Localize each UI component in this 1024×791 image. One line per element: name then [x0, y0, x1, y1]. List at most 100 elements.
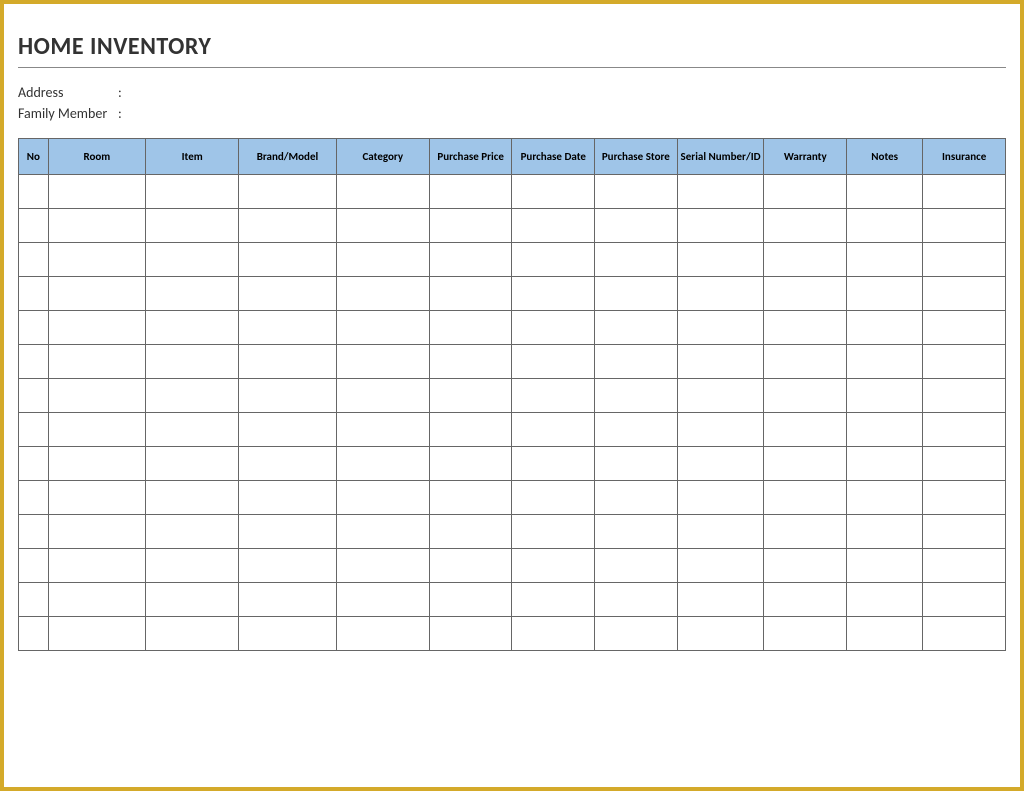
table-row: [19, 447, 1006, 481]
cell-price: [429, 175, 512, 209]
cell-item: [146, 277, 239, 311]
cell-item: [146, 617, 239, 651]
cell-brand: [239, 447, 336, 481]
cell-room: [48, 345, 145, 379]
col-header-serial: Serial Number/ID: [677, 139, 764, 175]
cell-notes: [847, 311, 923, 345]
cell-store: [595, 515, 678, 549]
table-body: [19, 175, 1006, 651]
cell-brand: [239, 175, 336, 209]
cell-date: [512, 617, 595, 651]
cell-notes: [847, 447, 923, 481]
cell-date: [512, 583, 595, 617]
address-label: Address: [18, 82, 118, 103]
cell-insurance: [923, 515, 1006, 549]
cell-room: [48, 481, 145, 515]
inventory-table: No Room Item Brand/Model Category Purcha…: [18, 138, 1006, 651]
cell-store: [595, 447, 678, 481]
cell-insurance: [923, 311, 1006, 345]
cell-category: [336, 447, 429, 481]
cell-store: [595, 345, 678, 379]
cell-serial: [677, 617, 764, 651]
cell-serial: [677, 515, 764, 549]
cell-insurance: [923, 379, 1006, 413]
cell-warranty: [764, 345, 847, 379]
cell-serial: [677, 583, 764, 617]
cell-room: [48, 277, 145, 311]
cell-brand: [239, 243, 336, 277]
table-row: [19, 413, 1006, 447]
cell-no: [19, 209, 49, 243]
cell-insurance: [923, 447, 1006, 481]
cell-price: [429, 481, 512, 515]
cell-serial: [677, 311, 764, 345]
cell-no: [19, 447, 49, 481]
cell-room: [48, 379, 145, 413]
cell-price: [429, 209, 512, 243]
cell-serial: [677, 345, 764, 379]
cell-store: [595, 311, 678, 345]
cell-date: [512, 209, 595, 243]
cell-notes: [847, 515, 923, 549]
cell-warranty: [764, 209, 847, 243]
cell-brand: [239, 549, 336, 583]
cell-insurance: [923, 583, 1006, 617]
cell-room: [48, 311, 145, 345]
cell-item: [146, 447, 239, 481]
cell-insurance: [923, 277, 1006, 311]
cell-brand: [239, 515, 336, 549]
cell-category: [336, 617, 429, 651]
cell-insurance: [923, 243, 1006, 277]
cell-warranty: [764, 175, 847, 209]
cell-no: [19, 583, 49, 617]
cell-item: [146, 243, 239, 277]
address-value: [130, 82, 1006, 103]
cell-date: [512, 277, 595, 311]
col-header-price: Purchase Price: [429, 139, 512, 175]
cell-room: [48, 413, 145, 447]
cell-notes: [847, 379, 923, 413]
table-row: [19, 175, 1006, 209]
cell-serial: [677, 549, 764, 583]
cell-serial: [677, 243, 764, 277]
cell-serial: [677, 413, 764, 447]
cell-no: [19, 481, 49, 515]
cell-price: [429, 277, 512, 311]
cell-item: [146, 311, 239, 345]
cell-warranty: [764, 515, 847, 549]
col-header-category: Category: [336, 139, 429, 175]
cell-brand: [239, 277, 336, 311]
cell-no: [19, 617, 49, 651]
cell-serial: [677, 175, 764, 209]
cell-no: [19, 413, 49, 447]
cell-item: [146, 583, 239, 617]
cell-item: [146, 549, 239, 583]
cell-warranty: [764, 481, 847, 515]
cell-item: [146, 481, 239, 515]
cell-room: [48, 617, 145, 651]
cell-category: [336, 209, 429, 243]
cell-no: [19, 379, 49, 413]
table-head: No Room Item Brand/Model Category Purcha…: [19, 139, 1006, 175]
address-colon: :: [118, 82, 130, 103]
cell-store: [595, 617, 678, 651]
cell-store: [595, 583, 678, 617]
cell-category: [336, 379, 429, 413]
cell-room: [48, 209, 145, 243]
cell-notes: [847, 175, 923, 209]
cell-room: [48, 447, 145, 481]
cell-date: [512, 379, 595, 413]
cell-store: [595, 413, 678, 447]
col-header-date: Purchase Date: [512, 139, 595, 175]
cell-no: [19, 515, 49, 549]
cell-warranty: [764, 583, 847, 617]
cell-warranty: [764, 549, 847, 583]
cell-store: [595, 481, 678, 515]
cell-room: [48, 583, 145, 617]
cell-room: [48, 175, 145, 209]
cell-price: [429, 311, 512, 345]
cell-no: [19, 243, 49, 277]
cell-notes: [847, 345, 923, 379]
cell-serial: [677, 481, 764, 515]
cell-warranty: [764, 311, 847, 345]
